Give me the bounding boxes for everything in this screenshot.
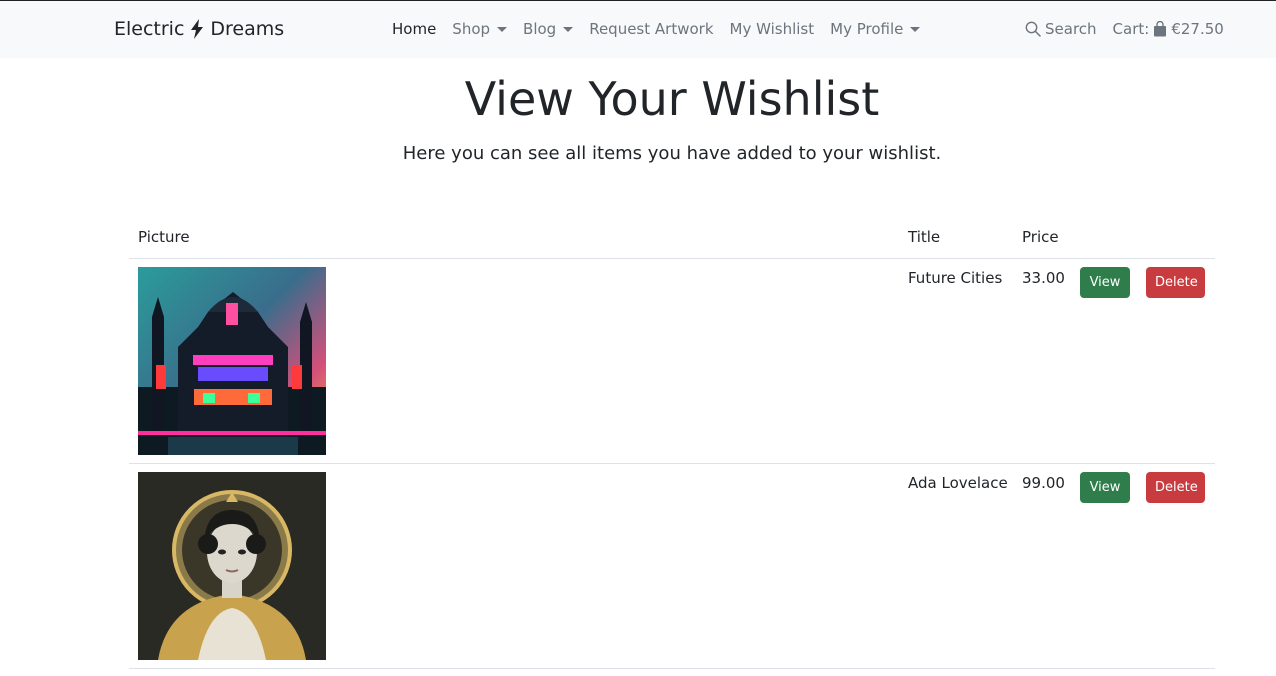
view-button[interactable]: View	[1080, 267, 1130, 298]
caret-down-icon	[910, 26, 921, 32]
nav-item-blog[interactable]: Blog	[523, 20, 574, 38]
brand-right: Dreams	[210, 18, 285, 40]
item-title: Future Cities	[908, 269, 1003, 287]
column-header-price: Price	[1022, 228, 1059, 246]
item-title: Ada Lovelace	[908, 474, 1008, 492]
lightning-bolt-icon	[191, 19, 204, 39]
nav-item-request-artwork[interactable]: Request Artwork	[589, 20, 713, 38]
table-row: Future Cities 33.00 View Delete	[129, 259, 1215, 464]
page-title: View Your Wishlist	[464, 72, 880, 126]
nav-item-label: My Profile	[830, 20, 904, 38]
nav-item-home[interactable]: Home	[392, 20, 436, 38]
delete-button[interactable]: Delete	[1146, 472, 1205, 503]
nav-item-my-profile[interactable]: My Profile	[830, 20, 921, 38]
artwork-thumbnail[interactable]	[138, 472, 326, 660]
brand-link[interactable]: Electric Dreams	[114, 18, 284, 40]
nav-item-label: Shop	[452, 20, 491, 38]
search-icon	[1025, 21, 1041, 37]
search-label: Search	[1045, 20, 1097, 38]
brand-left: Electric	[114, 18, 185, 40]
view-button[interactable]: View	[1080, 472, 1130, 503]
nav-item-my-wishlist[interactable]: My Wishlist	[730, 20, 815, 38]
nav-item-label: My Wishlist	[729, 20, 815, 38]
navbar: Electric Dreams Home Shop Blog Request A…	[0, 0, 1276, 58]
column-header-title: Title	[908, 228, 941, 246]
table-row: Ada Lovelace 99.00 View Delete	[129, 464, 1215, 669]
nav-item-label: Blog	[523, 20, 557, 38]
column-header-picture: Picture	[138, 228, 190, 246]
table-header: Picture Title Price	[129, 222, 1215, 259]
wishlist-table: Picture Title Price Future Cities 33.00 …	[129, 222, 1215, 669]
shopping-bag-icon	[1154, 21, 1167, 37]
item-price: 99.00	[1022, 474, 1065, 492]
cart-label: Cart:	[1112, 20, 1150, 38]
search-link[interactable]: Search	[1025, 20, 1097, 38]
caret-down-icon	[563, 26, 574, 32]
nav-item-shop[interactable]: Shop	[452, 20, 508, 38]
cart-link[interactable]: Cart: €27.50	[1113, 20, 1224, 38]
nav-item-label: Home	[392, 20, 437, 38]
artwork-thumbnail[interactable]	[138, 267, 326, 455]
main-nav: Home Shop Blog Request Artwork My Wishli…	[392, 20, 936, 38]
cart-total: €27.50	[1171, 20, 1224, 38]
nav-item-label: Request Artwork	[589, 20, 714, 38]
caret-down-icon	[497, 26, 508, 32]
page-subtitle: Here you can see all items you have adde…	[402, 143, 942, 164]
nav-right: Search Cart: €27.50	[1025, 20, 1224, 38]
item-price: 33.00	[1022, 269, 1065, 287]
delete-button[interactable]: Delete	[1146, 267, 1205, 298]
